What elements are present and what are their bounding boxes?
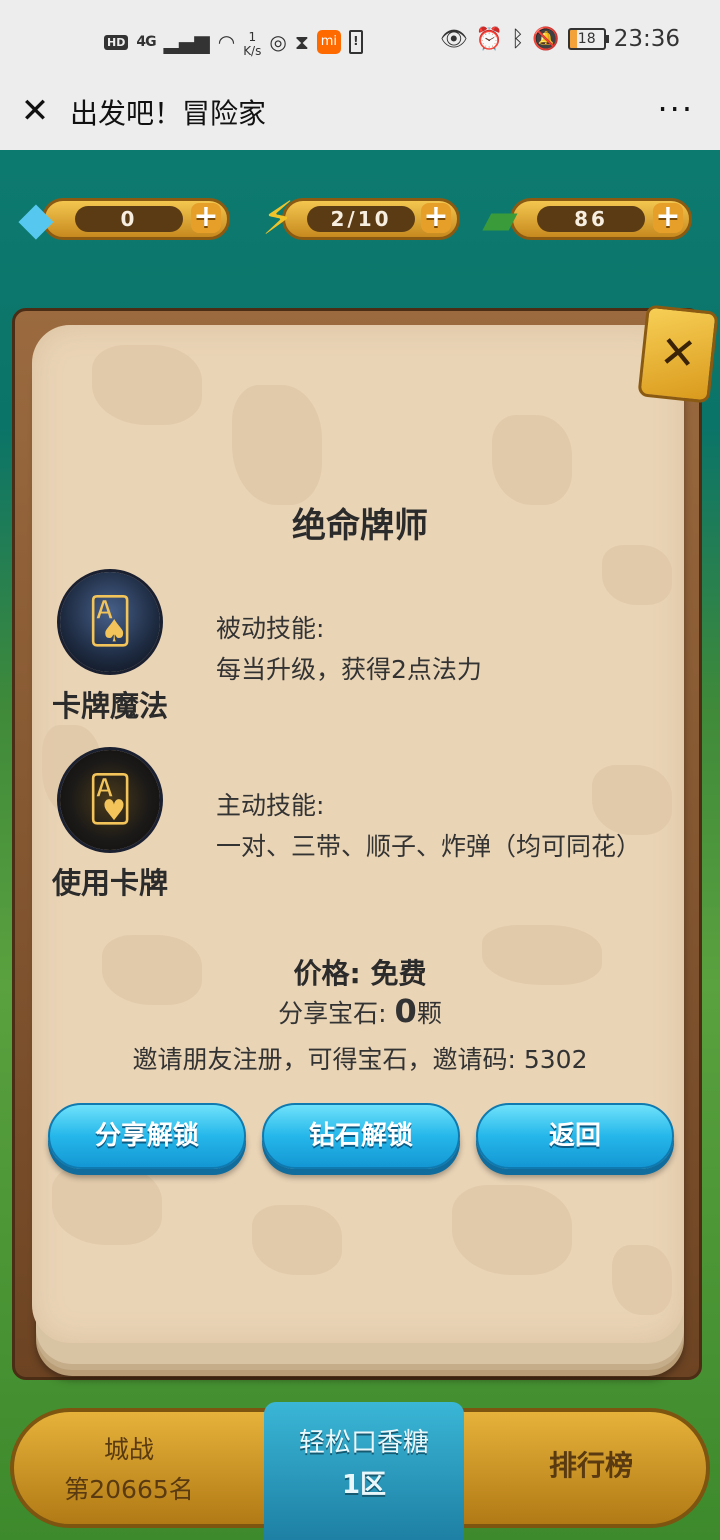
invite-code-text: 邀请朋友注册，可得宝石，邀请码: 5302 (132, 1045, 588, 1074)
skill-1-name: 卡牌魔法 (51, 689, 168, 723)
lightning-icon: ⚡ (261, 191, 295, 245)
swirl-icon: ◎ (269, 30, 287, 54)
signal-bars-icon: ▂▄▆ (163, 30, 210, 54)
share-gems-prefix: 分享宝石: (278, 999, 395, 1028)
signal-label: 4G (136, 34, 156, 50)
skill-1-description: 被动技能: 每当升级，获得2点法力 (216, 608, 482, 690)
city-battle-rank: 第20665名 (64, 1475, 194, 1504)
hd-badge: HD (104, 34, 129, 50)
energy-bar: 2/10 + (282, 198, 460, 240)
wifi-icon: ◠ (217, 30, 236, 54)
speed-unit: K/s (243, 44, 262, 58)
add-energy-button[interactable]: + (421, 202, 451, 233)
clock: 23:36 (613, 26, 680, 52)
parchment-stone (492, 415, 572, 505)
speed-value: 1 (248, 30, 257, 44)
hourglass-icon: ⧗ (294, 30, 309, 54)
parchment-stone (612, 1245, 672, 1315)
back-button[interactable]: 返回 (476, 1103, 674, 1169)
parchment-stone (452, 1185, 572, 1275)
eye-icon: 👁 (439, 26, 468, 52)
mi-app-icon: mi (316, 30, 341, 54)
server-panel[interactable]: 轻松口香糖 1区 (264, 1402, 464, 1540)
status-bar: HD 4G ▂▄▆ ◠ 1 K/s ◎ ⧗ mi ! 👁 ⏰ ᛒ 🔕 18 23… (0, 0, 720, 80)
skill-2-description: 主动技能: 一对、三带、顺子、炸弹（均可同花） (216, 785, 641, 867)
parchment-stone (252, 1205, 342, 1275)
card-magic-skill-icon: 🂡 (60, 572, 160, 672)
cash-icon: ▰ (482, 191, 518, 245)
close-dialog-button[interactable]: ✕ (637, 304, 719, 404)
skill-1-effect: 每当升级，获得2点法力 (216, 655, 482, 684)
share-unlock-button[interactable]: 分享解锁 (48, 1103, 246, 1169)
skill-2-type: 主动技能: (216, 791, 325, 820)
battery-icon: 18 (567, 28, 609, 50)
add-gems-button[interactable]: + (191, 202, 221, 233)
skill-1-type: 被动技能: (216, 614, 325, 643)
leaderboard-button[interactable]: 排行榜 (476, 1444, 706, 1484)
skill-2-name: 使用卡牌 (51, 866, 168, 900)
battery-alert-icon: ! (348, 30, 363, 54)
share-gems-suffix: 颗 (416, 999, 442, 1028)
parchment-stone (52, 1165, 162, 1245)
cash-bar: 86 + (510, 198, 692, 240)
close-icon: ✕ (657, 326, 700, 381)
diamond-unlock-button[interactable]: 钻石解锁 (262, 1103, 460, 1169)
add-cash-button[interactable]: + (653, 202, 683, 233)
network-speed: 1 K/s (243, 30, 261, 58)
battery-level: 18 (577, 31, 596, 47)
city-battle-label: 城战 (103, 1435, 154, 1464)
parchment-stone (602, 545, 672, 605)
cash-count: 86 (537, 206, 645, 232)
status-right-icons: 👁 ⏰ ᛒ 🔕 18 23:36 (440, 26, 680, 52)
character-title: 绝命牌师 (292, 506, 428, 546)
gem-icon: ◆ (18, 191, 54, 245)
price-label: 价格: 免费 (293, 957, 427, 990)
use-card-skill-icon: 🂱 (60, 750, 160, 850)
parchment-stone (232, 385, 322, 505)
city-battle-button[interactable]: 城战 第20665名 (14, 1430, 244, 1510)
status-left-icons: HD 4G ▂▄▆ ◠ 1 K/s ◎ ⧗ mi ! (104, 26, 363, 58)
server-zone: 1区 (341, 1470, 387, 1500)
more-options-button[interactable]: ··· (657, 90, 694, 128)
app-title: 出发吧！冒险家 (70, 97, 267, 130)
share-gems-count: 0 (394, 992, 417, 1030)
mute-bell-icon: 🔕 (532, 26, 560, 52)
gem-bar: 0 + (42, 198, 230, 240)
parchment-stone (92, 345, 202, 425)
energy-count: 2/10 (307, 206, 415, 232)
skill-2-effect: 一对、三带、顺子、炸弹（均可同花） (216, 832, 642, 861)
gem-count: 0 (75, 206, 183, 232)
bluetooth-icon: ᛒ (511, 26, 525, 52)
bottom-menu: 城战 第20665名 轻松口香糖 1区 排行榜 (10, 1402, 710, 1540)
share-gems-line: 分享宝石: 0颗 (0, 992, 720, 1030)
close-icon[interactable]: ✕ (18, 94, 52, 128)
mini-program-titlebar: ✕ 出发吧！冒险家 ··· (0, 80, 720, 150)
server-name: 轻松口香糖 (298, 1428, 429, 1458)
alarm-icon: ⏰ (475, 26, 504, 52)
